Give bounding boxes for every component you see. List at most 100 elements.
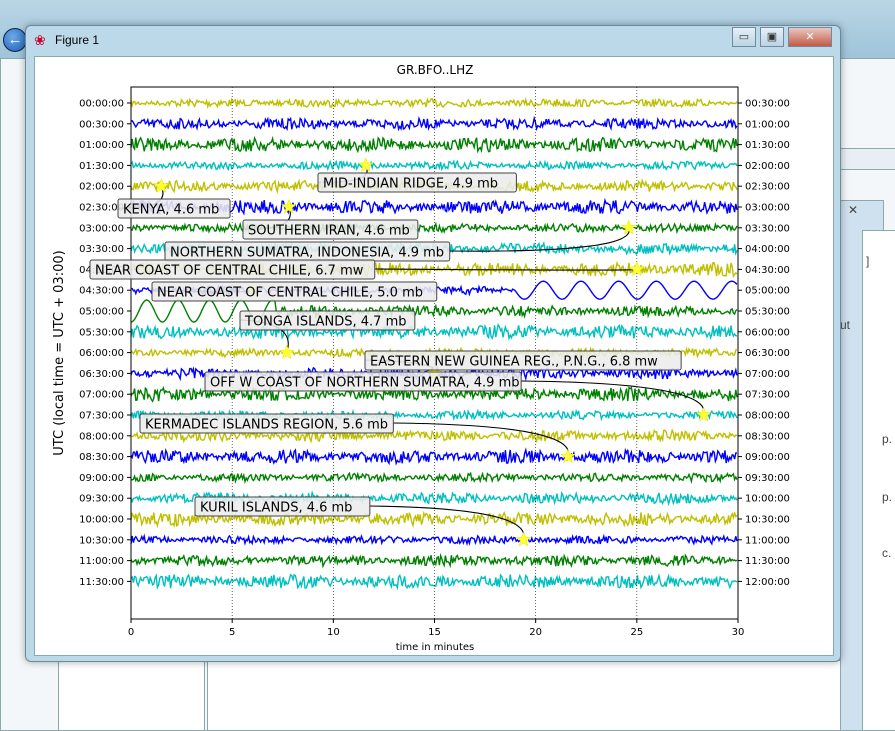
y-tick-label-right: 04:30:00 — [745, 265, 790, 276]
event-annotation-label: KURIL ISLANDS, 4.6 mb — [200, 501, 352, 516]
seismic-trace — [130, 471, 738, 485]
event-star-marker — [279, 344, 295, 360]
y-tick-label-left: 01:00:00 — [79, 140, 124, 151]
event-annotation-label: NORTHERN SUMATRA, INDONESIA, 4.9 mb — [170, 246, 444, 261]
event-star-marker — [515, 531, 532, 547]
event-annotation-label: EASTERN NEW GUINEA REG., P.N.G., 6.8 mw — [370, 355, 658, 370]
y-tick-label-left: 05:30:00 — [79, 327, 124, 338]
figure-canvas: GR.BFO..LHZ 00:00:00 00:30:00 00:30:00 01:0… — [34, 56, 834, 656]
y-tick-label-left: 02:30:00 — [79, 203, 124, 214]
y-tick-label-right: 05:30:00 — [745, 307, 790, 318]
y-tick-label-left: 11:30:00 — [79, 577, 124, 588]
y-tick-label-right: 03:00:00 — [745, 203, 790, 214]
title-bar[interactable]: ❀ Figure 1 ▭ ▣ ✕ — [26, 26, 840, 54]
background-close-icon[interactable]: ✕ — [848, 203, 858, 217]
y-tick-label-right: 02:00:00 — [745, 161, 790, 172]
event-annotation-label: MID-INDIAN RIDGE, 4.9 mb — [323, 177, 498, 192]
seismic-trace — [130, 573, 738, 591]
y-tick-label-right: 01:00:00 — [745, 119, 790, 130]
background-panel — [207, 660, 864, 731]
x-tick-label: 5 — [229, 627, 235, 638]
y-tick-label-left: 09:30:00 — [79, 494, 124, 505]
y-tick-label-left: 03:30:00 — [79, 244, 124, 255]
event-annotation-label: KERMADEC ISLANDS REGION, 5.6 mb — [145, 418, 388, 433]
y-tick-label-right: 04:00:00 — [745, 244, 790, 255]
y-tick-label-right: 03:30:00 — [745, 223, 790, 234]
x-tick-label: 25 — [630, 627, 643, 638]
seismic-trace — [130, 115, 738, 132]
seismic-trace — [130, 135, 738, 154]
seismic-trace — [130, 221, 738, 235]
y-tick-label-right: 06:30:00 — [745, 348, 790, 359]
y-tick-label-right: 08:30:00 — [745, 431, 790, 442]
seismic-trace — [130, 322, 738, 341]
y-tick-label-right: 08:00:00 — [745, 411, 790, 422]
y-tick-label-left: 06:00:00 — [79, 348, 124, 359]
background-dialog-content — [862, 230, 895, 731]
close-button[interactable]: ✕ — [788, 27, 832, 47]
event-annotation-label: TONGA ISLANDS, 4.7 mb — [244, 315, 407, 330]
y-tick-label-left: 10:00:00 — [79, 515, 124, 526]
matplotlib-icon: ❀ — [34, 32, 46, 48]
y-tick-label-left: 09:00:00 — [79, 473, 124, 484]
y-tick-label-right: 02:30:00 — [745, 182, 790, 193]
event-annotation-label: KENYA, 4.6 mb — [123, 203, 219, 218]
y-tick-label-right: 09:00:00 — [745, 452, 790, 463]
y-axis-label: UTC (local time = UTC + 03:00) — [52, 250, 67, 455]
back-arrow-icon[interactable]: ← — [3, 28, 27, 52]
x-tick-label: 10 — [327, 627, 340, 638]
event-annotation-label: OFF W COAST OF NORTHERN SUMATRA, 4.9 mb — [210, 376, 520, 391]
y-tick-label-left: 00:00:00 — [79, 99, 124, 110]
y-tick-label-left: 05:00:00 — [79, 307, 124, 318]
figure-window: ❀ Figure 1 ▭ ▣ ✕ GR.BFO..LHZ 00:00:00 00:… — [25, 25, 841, 662]
seismogram-plot: GR.BFO..LHZ 00:00:00 00:30:00 00:30:00 01:0… — [52, 63, 790, 653]
y-tick-label-left: 07:00:00 — [79, 390, 124, 401]
y-tick-label-left: 08:30:00 — [79, 452, 124, 463]
x-tick-label: 15 — [428, 627, 441, 638]
seismic-trace — [130, 552, 738, 569]
seismic-trace — [130, 299, 738, 323]
y-tick-label-right: 06:00:00 — [745, 327, 790, 338]
y-tick-label-right: 11:00:00 — [745, 535, 790, 546]
seismic-trace — [130, 159, 738, 172]
y-tick-label-left: 04:30:00 — [79, 286, 124, 297]
y-tick-label-left: 10:30:00 — [79, 535, 124, 546]
y-tick-label-left: 01:30:00 — [79, 161, 124, 172]
seismic-trace — [130, 533, 738, 547]
background-text-fragment: p. — [882, 490, 893, 504]
background-text-fragment: ] — [866, 254, 870, 268]
chart-title: GR.BFO..LHZ — [397, 63, 474, 77]
y-tick-label-right: 09:30:00 — [745, 473, 790, 484]
maximize-button[interactable]: ▣ — [760, 27, 784, 47]
x-tick-label: 30 — [732, 627, 745, 638]
y-tick-label-right: 07:00:00 — [745, 369, 790, 380]
background-text-fragment: c. — [882, 546, 892, 560]
event-star-marker — [695, 406, 712, 422]
y-tick-label-right: 11:30:00 — [745, 556, 790, 567]
background-text-fragment: p. — [882, 432, 893, 446]
event-star-marker — [357, 157, 374, 173]
y-tick-label-left: 03:00:00 — [79, 223, 124, 234]
y-tick-label-right: 01:30:00 — [745, 140, 790, 151]
minimize-button[interactable]: ▭ — [732, 27, 756, 47]
background-text-fragment: ut — [840, 318, 851, 332]
seismic-trace — [130, 97, 738, 110]
x-tick-label: 20 — [529, 627, 542, 638]
x-axis-label: time in minutes — [396, 642, 475, 653]
event-annotation-label: NEAR COAST OF CENTRAL CHILE, 5.0 mb — [157, 286, 423, 301]
y-tick-label-left: 08:00:00 — [79, 431, 124, 442]
background-panel — [58, 660, 205, 731]
seismic-trace — [130, 447, 738, 466]
x-tick-label: 0 — [128, 627, 134, 638]
y-tick-label-left: 00:30:00 — [79, 119, 124, 130]
y-tick-label-right: 10:00:00 — [745, 494, 790, 505]
background-toolbar — [840, 148, 895, 170]
annotation-connector — [393, 422, 570, 457]
y-tick-label-right: 05:00:00 — [745, 286, 790, 297]
y-tick-label-left: 02:00:00 — [79, 182, 124, 193]
y-tick-label-right: 10:30:00 — [745, 515, 790, 526]
y-tick-label-right: 07:30:00 — [745, 390, 790, 401]
event-star-marker — [560, 448, 576, 464]
y-tick-label-left: 07:30:00 — [79, 411, 124, 422]
event-annotation-label: NEAR COAST OF CENTRAL CHILE, 6.7 mw — [95, 264, 364, 279]
